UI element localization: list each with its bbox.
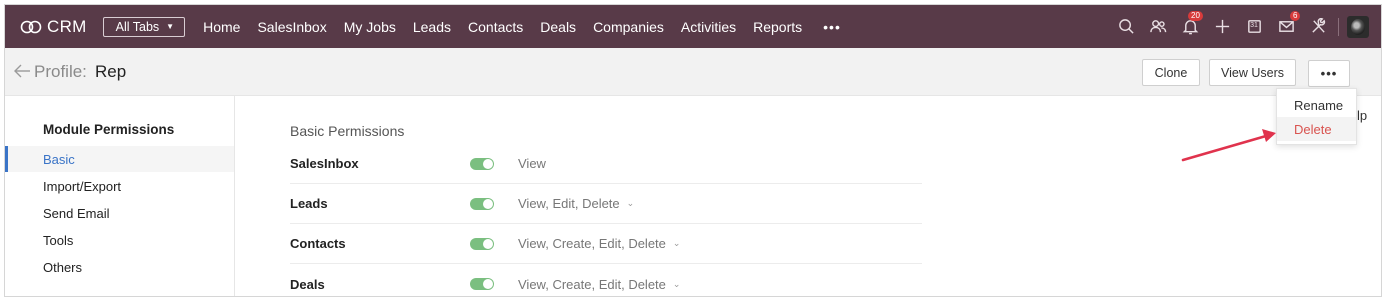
sidebar-item-import-export[interactable]: Import/Export [5,173,234,199]
nav-companies[interactable]: Companies [593,19,664,35]
calendar-day: 31 [1250,22,1258,29]
section-title: Basic Permissions [290,123,405,139]
nav-home[interactable]: Home [203,19,240,35]
plus-icon[interactable] [1206,5,1238,48]
all-tabs-button[interactable]: All Tabs ▼ [102,16,186,37]
delete-menu-item[interactable]: Delete [1277,117,1356,141]
module-name: Deals [290,276,325,292]
profile-header: Profile: Rep Clone View Users ••• [5,48,1381,96]
back-arrow-icon[interactable] [13,64,31,78]
annotation-arrow [1181,129,1276,162]
mail-icon[interactable]: 6 [1270,5,1302,48]
module-permissions-sidebar: Module Permissions Basic Import/Export S… [5,96,235,296]
nav-divider [1338,17,1339,36]
logo-text: CRM [47,16,87,36]
permission-value: View [518,156,546,171]
all-tabs-label: All Tabs [115,19,160,34]
module-toggle[interactable] [470,197,494,210]
nav-deals[interactable]: Deals [540,19,576,35]
more-actions-menu: Rename Delete [1276,88,1357,145]
avatar[interactable] [1347,15,1369,38]
clone-button[interactable]: Clone [1142,59,1200,86]
module-toggle[interactable] [470,237,494,250]
help-link-fragment[interactable]: lp [1357,108,1367,123]
notification-badge: 20 [1188,11,1203,21]
permission-dropdown[interactable]: View, Create, Edit, Delete [518,277,666,292]
sidebar-item-others[interactable]: Others [5,254,234,280]
chevron-down-icon[interactable]: ⌄ [673,238,681,249]
nav-my-jobs[interactable]: My Jobs [344,19,396,35]
nav-icon-bar: 20 31 6 [1110,5,1381,48]
calendar-icon[interactable]: 31 [1238,5,1270,48]
permission-dropdown[interactable]: View, Create, Edit, Delete [518,236,666,251]
more-actions-button[interactable]: ••• [1308,60,1350,87]
caret-down-icon: ▼ [166,22,175,31]
chevron-down-icon[interactable]: ⌄ [627,198,635,209]
module-name: SalesInbox [290,156,359,171]
nav-more-button[interactable]: ••• [823,19,841,35]
nav-links: Home SalesInbox My Jobs Leads Contacts D… [203,19,841,35]
view-users-button[interactable]: View Users [1209,59,1296,86]
nav-leads[interactable]: Leads [413,19,451,35]
module-toggle[interactable] [470,278,494,290]
module-toggle[interactable] [470,157,494,170]
logo-icon [20,20,42,33]
nav-activities[interactable]: Activities [681,19,736,35]
permission-row: SalesInbox View [290,144,922,184]
nav-reports[interactable]: Reports [753,19,802,35]
module-name: Contacts [290,236,346,251]
search-icon[interactable] [1110,5,1142,48]
sidebar-item-tools[interactable]: Tools [5,227,234,253]
rename-menu-item[interactable]: Rename [1277,93,1356,117]
tools-icon[interactable] [1302,5,1334,48]
permission-row: Contacts View, Create, Edit, Delete ⌄ [290,224,922,264]
module-name: Leads [290,196,328,211]
permission-row: Leads View, Edit, Delete ⌄ [290,184,922,224]
crm-logo[interactable]: CRM [19,17,87,37]
sidebar-item-send-email[interactable]: Send Email [5,200,234,226]
profile-label: Profile: [34,62,87,81]
nav-contacts[interactable]: Contacts [468,19,523,35]
bell-icon[interactable]: 20 [1174,5,1206,48]
permission-dropdown[interactable]: View, Edit, Delete [518,196,620,211]
contacts-icon[interactable] [1142,5,1174,48]
permission-row: Deals View, Create, Edit, Delete ⌄ [290,264,922,296]
top-nav: CRM All Tabs ▼ Home SalesInbox My Jobs L… [5,5,1381,48]
sidebar-title: Module Permissions [43,122,175,137]
page-title: Rep [95,62,127,81]
sidebar-item-basic[interactable]: Basic [5,146,234,172]
app-window: CRM All Tabs ▼ Home SalesInbox My Jobs L… [4,4,1382,297]
nav-salesinbox[interactable]: SalesInbox [257,19,326,35]
mail-badge: 6 [1290,11,1301,21]
chevron-down-icon[interactable]: ⌄ [673,279,681,290]
